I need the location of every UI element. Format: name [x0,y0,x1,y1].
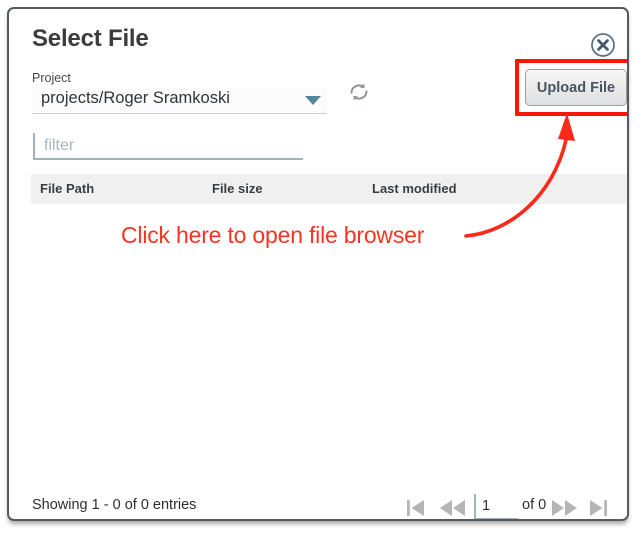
pagination-controls: of 0 [402,492,617,519]
upload-file-button[interactable]: Upload File [525,69,627,106]
page-total-label: of 0 [522,497,547,513]
page-prev-icon[interactable] [438,496,465,519]
screenshot-root: Select File Project projects/Roger Sramk… [0,0,642,536]
showing-entries-text: Showing 1 - 0 of 0 entries [32,497,197,513]
close-icon[interactable] [590,32,616,58]
next-page-glyph [552,500,577,516]
last-page-glyph [590,500,607,516]
project-label: Project [32,71,71,85]
page-last-icon[interactable] [586,496,612,519]
chevron-down-icon [305,96,321,105]
page-next-icon[interactable] [550,496,577,519]
column-header-file-path: File Path [40,181,95,196]
annotation-label: Click here to open file browser [121,222,425,248]
footer-divider [9,482,627,483]
first-page-glyph [407,500,424,516]
close-circle-icon [591,33,615,57]
prev-page-glyph [440,500,465,516]
column-header-file-size: File size [212,181,263,196]
column-header-last-modified: Last modified [372,181,457,196]
upload-file-label: Upload File [536,79,616,96]
refresh-icon[interactable] [346,79,372,105]
page-title: Select File [32,25,149,52]
filter-input[interactable] [33,133,303,160]
project-selected-value: projects/Roger Sramkoski [41,89,230,107]
project-select[interactable]: projects/Roger Sramkoski [32,87,327,114]
page-first-icon[interactable] [404,496,430,519]
select-file-dialog: Select File Project projects/Roger Sramk… [7,7,629,521]
table-header-row: File Path File size Last modified [31,174,627,204]
refresh-glyph [350,83,368,101]
page-number-input[interactable] [474,494,518,519]
